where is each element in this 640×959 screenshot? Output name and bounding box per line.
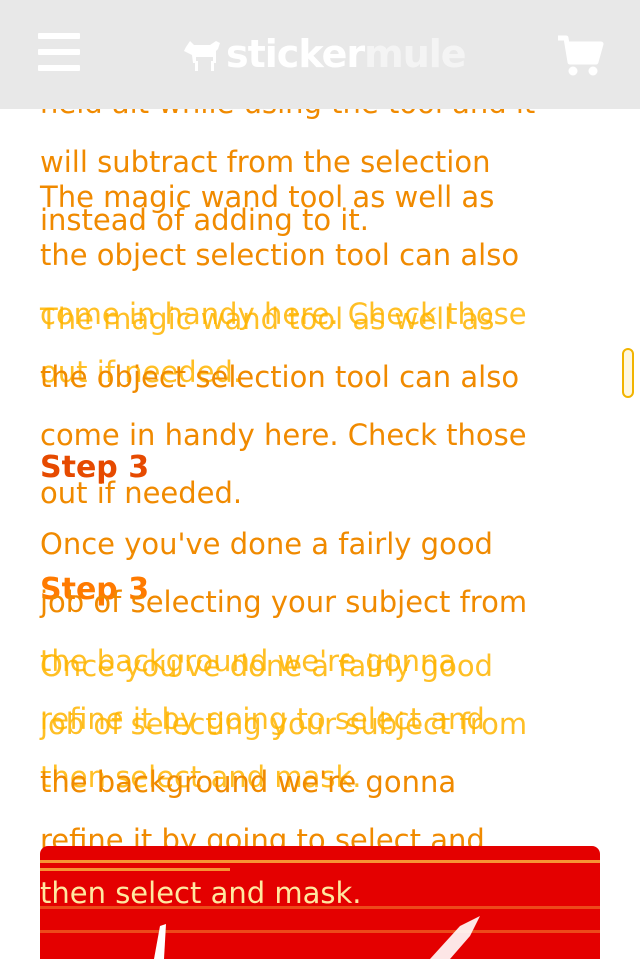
brush-stroke-icon bbox=[430, 916, 480, 959]
hamburger-menu-icon[interactable] bbox=[38, 33, 82, 73]
top-navigation-bar: stickermule bbox=[0, 0, 640, 109]
article-text-wand-line1-ghost: The magic wand tool as well as bbox=[40, 302, 495, 336]
step-3-text-line3: the background we're gonna bbox=[40, 765, 457, 799]
stickermule-logo[interactable]: stickermule bbox=[180, 30, 467, 78]
article-text-wand-line1: The magic wand tool as well as bbox=[40, 180, 495, 214]
brand-wordmark: stickermule bbox=[226, 32, 467, 76]
mule-logo-icon bbox=[184, 41, 220, 71]
subject-silhouette-icon bbox=[154, 924, 166, 959]
step-3-text-line1-ghost: Once you've done a fairly good bbox=[40, 649, 493, 683]
page: stickermule held alt while using the too… bbox=[0, 0, 640, 959]
brand-part-sticker: sticker bbox=[226, 32, 365, 76]
step-3-heading: Step 3 bbox=[40, 450, 150, 485]
step-3-text-line5-overlay: then select and mask. bbox=[40, 876, 362, 910]
tutorial-screenshot-image: then select and mask. bbox=[40, 846, 600, 959]
article-text-wand-line2-repeat: the object selection tool can also bbox=[40, 360, 520, 394]
step-3-text-line2-ghost: job of selecting your subject from bbox=[40, 707, 528, 741]
shopping-cart-icon[interactable] bbox=[556, 34, 604, 78]
article-text-wand-line2: the object selection tool can also bbox=[40, 238, 520, 272]
brand-part-mule: mule bbox=[364, 32, 466, 76]
step-3-text-line1: Once you've done a fairly good bbox=[40, 527, 493, 561]
step-3-text-line2: job of selecting your subject from bbox=[40, 585, 528, 619]
scrollbar-thumb[interactable] bbox=[622, 348, 634, 398]
